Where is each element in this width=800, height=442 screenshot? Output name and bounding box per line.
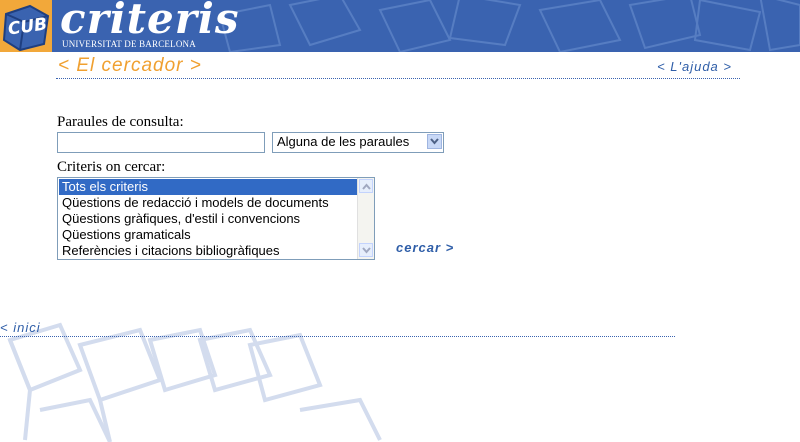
- section-bar: < El cercador > < L'ajuda >: [56, 55, 740, 79]
- list-item[interactable]: Tots els criteris: [59, 179, 358, 195]
- search-button[interactable]: cercar >: [396, 240, 454, 255]
- list-item[interactable]: Qüestions de redacció i models de docume…: [59, 195, 358, 211]
- brand-name: criteris: [60, 0, 240, 43]
- list-item[interactable]: Referències i citacions bibliogràfiques: [59, 243, 358, 259]
- dropdown-button[interactable]: [427, 134, 442, 149]
- criteria-listbox[interactable]: Tots els criteris Qüestions de redacció …: [57, 177, 375, 260]
- help-link[interactable]: < L'ajuda >: [657, 59, 732, 74]
- list-item[interactable]: Qüestions gramaticals: [59, 227, 358, 243]
- scroll-down-button[interactable]: [359, 243, 373, 257]
- chevron-up-icon: [362, 183, 371, 190]
- chevron-down-icon: [362, 247, 371, 254]
- background-cube-decoration: [7, 322, 382, 442]
- page-title: < El cercador >: [58, 55, 202, 76]
- cub-logo[interactable]: CUB: [0, 0, 52, 52]
- search-mode-selected: Alguna de les paraules: [277, 134, 410, 149]
- home-link[interactable]: < inici: [0, 320, 41, 335]
- list-item[interactable]: Qüestions gràfiques, d'estil i convencio…: [59, 211, 358, 227]
- site-header: CUB criteris UNIVERSITAT DE BARCELONA: [0, 0, 800, 52]
- listbox-scrollbar[interactable]: [357, 178, 374, 259]
- criteria-label: Criteris on cercar:: [57, 159, 166, 175]
- query-label: Paraules de consulta:: [57, 114, 184, 130]
- footer-divider: [0, 336, 675, 337]
- query-input[interactable]: [57, 132, 265, 153]
- chevron-down-icon: [430, 138, 439, 145]
- scroll-up-button[interactable]: [359, 179, 373, 193]
- search-mode-select[interactable]: Alguna de les paraules: [272, 132, 444, 153]
- university-name: UNIVERSITAT DE BARCELONA: [62, 39, 196, 49]
